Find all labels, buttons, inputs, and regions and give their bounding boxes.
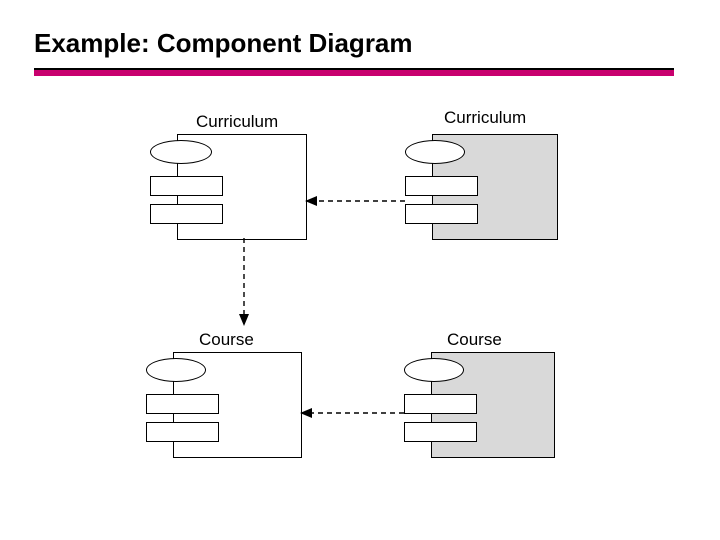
component-ellipse-icon [150,140,212,164]
label-curriculum-right: Curriculum [444,108,526,128]
component-slot-icon [146,422,219,442]
label-course-left: Course [199,330,254,350]
dependency-arrow-icon [237,238,251,326]
component-slot-icon [404,422,477,442]
component-ellipse-icon [405,140,465,164]
component-slot-icon [404,394,477,414]
label-course-right: Course [447,330,502,350]
component-slot-icon [150,204,223,224]
component-slot-icon [405,204,478,224]
component-slot-icon [150,176,223,196]
dependency-arrow-icon [300,406,404,420]
slide: Example: Component Diagram Curriculum Cu… [0,0,720,540]
component-ellipse-icon [146,358,206,382]
label-curriculum-left: Curriculum [196,112,278,132]
component-slot-icon [146,394,219,414]
dependency-arrow-icon [305,194,405,208]
title-rule-accent [34,70,674,76]
slide-title: Example: Component Diagram [34,28,413,59]
component-slot-icon [405,176,478,196]
component-ellipse-icon [404,358,464,382]
